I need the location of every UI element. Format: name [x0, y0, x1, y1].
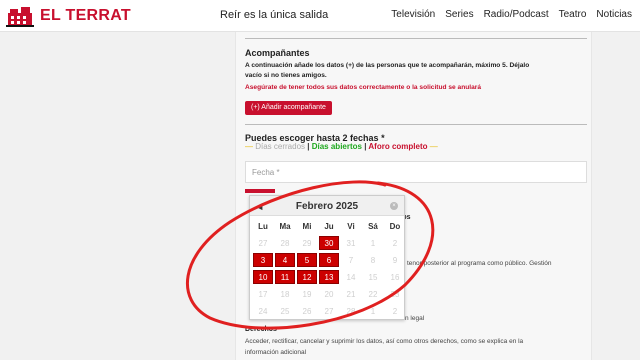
calendar-day[interactable]: 2 — [385, 304, 405, 318]
legend-closed-days: Días cerrados — [255, 142, 306, 151]
calendar-day[interactable]: 10 — [253, 270, 273, 284]
logo-building-icon — [6, 7, 34, 27]
calendar-day[interactable]: 4 — [275, 253, 295, 267]
calendar-day[interactable]: 1 — [363, 304, 383, 318]
calendar-day[interactable]: 27 — [319, 304, 339, 318]
datepicker-header: ◀ Febrero 2025 × — [250, 196, 404, 216]
calendar-day[interactable]: 28 — [275, 236, 295, 250]
legend-dash: — — [427, 142, 438, 151]
main-nav: Televisión Series Radio/Podcast Teatro N… — [391, 9, 632, 20]
background-text-fragment: n legal — [405, 315, 425, 322]
companions-description-line-2: vacío si no tienes amigos. — [245, 72, 327, 79]
weekday-label: Sá — [368, 222, 378, 231]
nav-item-teatro[interactable]: Teatro — [559, 9, 587, 20]
calendar-day[interactable]: 31 — [341, 236, 361, 250]
calendar-day[interactable]: 17 — [253, 287, 273, 301]
legend-open-days: Días abiertos — [311, 142, 362, 151]
companions-description-line-1: A continuación añade los datos (+) de la… — [245, 62, 530, 69]
calendar-day[interactable]: 12 — [297, 270, 317, 284]
next-month-icon[interactable]: × — [390, 202, 398, 210]
add-companion-button[interactable]: (+) Añadir acompañante — [245, 101, 332, 115]
legend-full-capacity: Aforo completo — [368, 142, 428, 151]
calendar-day[interactable]: 27 — [253, 236, 273, 250]
calendar-day[interactable]: 16 — [385, 270, 405, 284]
background-text-fragment: tenor posterior al programa como público… — [407, 260, 552, 267]
calendar-day[interactable]: 23 — [385, 287, 405, 301]
calendar-day[interactable]: 19 — [297, 287, 317, 301]
rights-text-line-1: Acceder, rectificar, cancelar y suprimir… — [245, 338, 524, 345]
calendar-day[interactable]: 15 — [363, 270, 383, 284]
calendar-day[interactable]: 1 — [363, 236, 383, 250]
calendar-day[interactable]: 29 — [297, 236, 317, 250]
site-logo[interactable]: EL TERRAT — [6, 4, 131, 28]
nav-item-radio-podcast[interactable]: Radio/Podcast — [484, 9, 549, 20]
calendar-day[interactable]: 5 — [297, 253, 317, 267]
calendar-day[interactable]: 26 — [297, 304, 317, 318]
weekday-label: Ju — [324, 222, 334, 231]
calendar-day[interactable]: 8 — [363, 253, 383, 267]
calendar-day[interactable]: 3 — [253, 253, 273, 267]
date-input[interactable]: Fecha * — [245, 161, 587, 183]
calendar-day[interactable]: 2 — [385, 236, 405, 250]
weekday-label: Ma — [279, 222, 291, 231]
calendar-day[interactable]: 28 — [341, 304, 361, 318]
rights-title: Derechos — [245, 326, 277, 333]
calendar-day[interactable]: 20 — [319, 287, 339, 301]
legend-dash: — — [245, 142, 256, 151]
dates-legend: — Días cerrados | Días abiertos | Aforo … — [245, 142, 438, 151]
weekday-label: Lu — [258, 222, 268, 231]
top-navigation-bar: EL TERRAT Reír es la única salida Televi… — [0, 0, 640, 32]
logo-text: EL TERRAT — [40, 7, 131, 24]
calendar-day[interactable]: 6 — [319, 253, 339, 267]
date-field-accent — [245, 189, 275, 193]
site-tagline: Reír es la única salida — [220, 9, 329, 21]
calendar-day[interactable]: 25 — [275, 304, 295, 318]
calendar-day[interactable]: 24 — [253, 304, 273, 318]
calendar-day[interactable]: 30 — [319, 236, 339, 250]
calendar-day[interactable]: 22 — [363, 287, 383, 301]
calendar-day[interactable]: 9 — [385, 253, 405, 267]
calendar-day[interactable]: 14 — [341, 270, 361, 284]
calendar-day[interactable]: 13 — [319, 270, 339, 284]
nav-item-television[interactable]: Televisión — [391, 9, 435, 20]
nav-item-noticias[interactable]: Noticias — [596, 9, 632, 20]
calendar-day[interactable]: 21 — [341, 287, 361, 301]
companions-title: Acompañantes — [245, 48, 310, 58]
rights-text-line-2: información adicional — [245, 349, 307, 356]
companions-warning: Asegúrate de tener todos sus datos corre… — [245, 84, 481, 91]
datepicker-popup: ◀ Febrero 2025 × Lu Ma Mi Ju Vi Sá Do 27 28 29 30 3… — [249, 195, 405, 320]
calendar-day[interactable]: 11 — [275, 270, 295, 284]
weekday-label: Mi — [302, 222, 312, 231]
divider — [245, 38, 587, 39]
weekday-label: Do — [389, 222, 401, 231]
nav-item-series[interactable]: Series — [445, 9, 473, 20]
datepicker-month-title: Febrero 2025 — [295, 201, 359, 212]
weekday-label: Vi — [347, 222, 355, 231]
divider — [245, 124, 587, 125]
calendar-day[interactable]: 18 — [275, 287, 295, 301]
calendar-day[interactable]: 7 — [341, 253, 361, 267]
